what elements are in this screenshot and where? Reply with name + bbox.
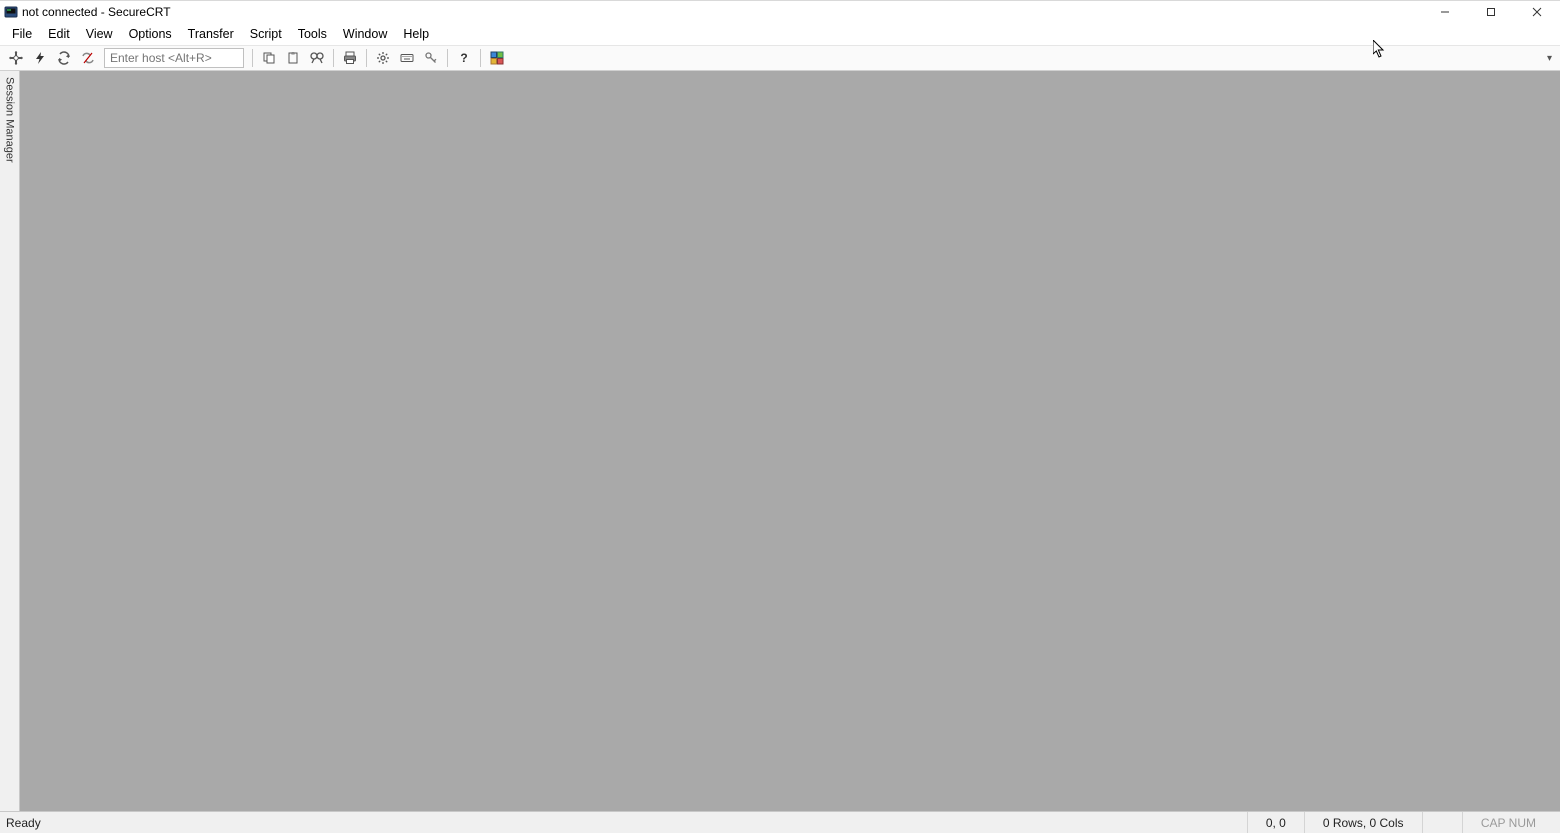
close-button[interactable] bbox=[1514, 1, 1560, 23]
session-manager-tab[interactable]: Session Manager bbox=[0, 71, 20, 811]
help-icon[interactable]: ? bbox=[453, 47, 475, 69]
connect-icon[interactable] bbox=[5, 47, 27, 69]
toolbar: ? ▾ bbox=[0, 45, 1560, 71]
status-dimensions: 0 Rows, 0 Cols bbox=[1304, 812, 1422, 833]
toolbar-overflow-icon[interactable]: ▾ bbox=[1547, 53, 1556, 64]
menu-help[interactable]: Help bbox=[395, 25, 437, 43]
paste-icon[interactable] bbox=[282, 47, 304, 69]
menu-script[interactable]: Script bbox=[242, 25, 290, 43]
window-title: not connected - SecureCRT bbox=[22, 5, 171, 19]
maximize-button[interactable] bbox=[1468, 1, 1514, 23]
main-area: Session Manager bbox=[0, 71, 1560, 811]
session-manager-label: Session Manager bbox=[4, 77, 16, 163]
app-icon bbox=[4, 5, 18, 19]
copy-icon[interactable] bbox=[258, 47, 280, 69]
menu-view[interactable]: View bbox=[78, 25, 121, 43]
statusbar: Ready 0, 0 0 Rows, 0 Cols CAP NUM bbox=[0, 811, 1560, 833]
settings-icon[interactable] bbox=[372, 47, 394, 69]
status-cursor-pos: 0, 0 bbox=[1247, 812, 1304, 833]
quick-connect-icon[interactable] bbox=[29, 47, 51, 69]
toolbar-separator bbox=[366, 49, 367, 67]
toolbar-separator bbox=[333, 49, 334, 67]
app-window: not connected - SecureCRT File Edit View… bbox=[0, 0, 1560, 833]
menu-options[interactable]: Options bbox=[121, 25, 180, 43]
status-vt bbox=[1422, 812, 1462, 833]
status-ready: Ready bbox=[6, 816, 41, 830]
find-icon[interactable] bbox=[306, 47, 328, 69]
terminal-workspace[interactable] bbox=[20, 71, 1560, 811]
menu-file[interactable]: File bbox=[4, 25, 40, 43]
toolbar-separator bbox=[447, 49, 448, 67]
print-icon[interactable] bbox=[339, 47, 361, 69]
toolbar-separator bbox=[252, 49, 253, 67]
titlebar: not connected - SecureCRT bbox=[0, 1, 1560, 23]
keyboard-icon[interactable] bbox=[396, 47, 418, 69]
host-input[interactable] bbox=[104, 48, 244, 68]
svg-text:?: ? bbox=[460, 51, 467, 65]
minimize-button[interactable] bbox=[1422, 1, 1468, 23]
menu-window[interactable]: Window bbox=[335, 25, 395, 43]
menu-edit[interactable]: Edit bbox=[40, 25, 78, 43]
disconnect-icon[interactable] bbox=[77, 47, 99, 69]
tile-icon[interactable] bbox=[486, 47, 508, 69]
key-icon[interactable] bbox=[420, 47, 442, 69]
menu-tools[interactable]: Tools bbox=[290, 25, 335, 43]
status-locks: CAP NUM bbox=[1462, 812, 1554, 833]
toolbar-separator bbox=[480, 49, 481, 67]
reconnect-icon[interactable] bbox=[53, 47, 75, 69]
menu-transfer[interactable]: Transfer bbox=[180, 25, 242, 43]
menubar: File Edit View Options Transfer Script T… bbox=[0, 23, 1560, 45]
